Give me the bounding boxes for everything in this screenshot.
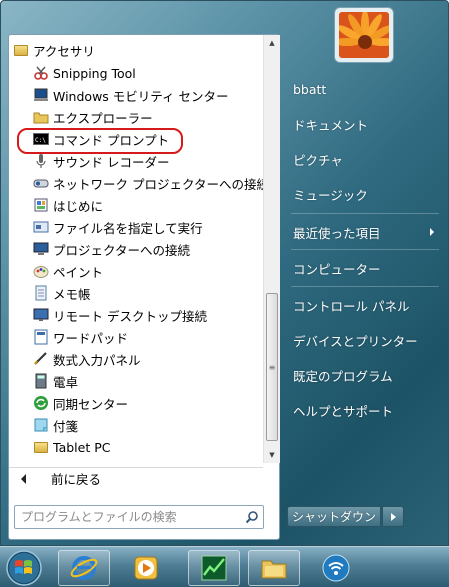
- program-list: アクセサリ Snipping Tool Windows モビリティ センター エ…: [9, 35, 263, 463]
- default-programs-link[interactable]: 既定のプログラム: [289, 363, 442, 387]
- microphone-icon: [33, 153, 49, 169]
- program-explorer[interactable]: エクスプローラー: [9, 106, 263, 128]
- program-network-projector[interactable]: ネットワーク プロジェクターへの接続: [9, 172, 263, 194]
- separator: [291, 286, 439, 287]
- music-link[interactable]: ミュージック: [289, 182, 442, 206]
- media-player-icon[interactable]: [120, 550, 172, 586]
- wordpad-icon: [33, 329, 49, 345]
- folder-tablet-pc[interactable]: Tablet PC: [9, 436, 263, 458]
- start-orb[interactable]: [1, 547, 47, 587]
- flower-picture: [339, 12, 389, 58]
- pictures-link[interactable]: ピクチャ: [289, 147, 442, 171]
- user-name-link[interactable]: bbatt: [289, 77, 442, 101]
- separator: [291, 249, 439, 250]
- program-mobility-center[interactable]: Windows モビリティ センター: [9, 84, 263, 106]
- program-notepad[interactable]: メモ帳: [9, 282, 263, 304]
- programs-pane: アクセサリ Snipping Tool Windows モビリティ センター エ…: [8, 34, 280, 540]
- paint-icon: [33, 263, 49, 279]
- math-input-icon: [33, 351, 49, 367]
- folder-icon: [33, 439, 49, 455]
- shutdown-options-button[interactable]: [382, 506, 404, 527]
- search-icon[interactable]: [241, 507, 263, 527]
- program-calculator[interactable]: 電卓: [9, 370, 263, 392]
- svg-text:C:\: C:\: [35, 137, 46, 144]
- program-remote-desktop[interactable]: リモート デスクトップ接続: [9, 304, 263, 326]
- program-run[interactable]: ファイル名を指定して実行: [9, 216, 263, 238]
- recent-items-link[interactable]: 最近使った項目: [289, 220, 442, 244]
- calculator-icon: [33, 373, 49, 389]
- taskbar: [0, 546, 449, 587]
- shutdown-button[interactable]: シャットダウン: [287, 506, 381, 527]
- program-command-prompt[interactable]: C:\ コマンド プロンプト: [9, 128, 263, 150]
- wifi-icon[interactable]: [310, 550, 362, 586]
- remote-desktop-icon: [33, 307, 49, 323]
- documents-link[interactable]: ドキュメント: [289, 112, 442, 136]
- computer-link[interactable]: コンピューター: [289, 256, 442, 280]
- program-math-input-panel[interactable]: 数式入力パネル: [9, 348, 263, 370]
- run-icon: [33, 219, 49, 235]
- search-box[interactable]: [14, 505, 264, 529]
- submenu-arrow-icon: [430, 228, 434, 236]
- sync-center-icon: [33, 395, 49, 411]
- chevron-right-icon: [390, 512, 396, 521]
- program-snipping-tool[interactable]: Snipping Tool: [9, 62, 263, 84]
- back-arrow-icon: [21, 473, 26, 484]
- devices-printers-link[interactable]: デバイスとプリンター: [289, 328, 442, 352]
- scissors-icon: [33, 65, 49, 81]
- activity-monitor-icon[interactable]: [188, 550, 240, 586]
- projector-icon: [33, 241, 49, 257]
- separator: [291, 213, 439, 214]
- start-menu: アクセサリ Snipping Tool Windows モビリティ センター エ…: [0, 0, 449, 546]
- scroll-down-arrow-icon[interactable]: ▼: [264, 447, 280, 463]
- search-input[interactable]: [21, 507, 241, 527]
- program-sticky-notes[interactable]: 付箋: [9, 414, 263, 436]
- command-prompt-icon: C:\: [33, 131, 49, 147]
- sticky-notes-icon: [33, 417, 49, 433]
- internet-explorer-icon[interactable]: [58, 550, 110, 586]
- program-list-scrollbar[interactable]: ▲ ≡ ▼: [263, 35, 280, 463]
- mobility-center-icon: [33, 87, 49, 103]
- scroll-up-arrow-icon[interactable]: ▲: [264, 35, 280, 51]
- scroll-thumb[interactable]: ≡: [266, 293, 278, 441]
- getting-started-icon: [33, 197, 49, 213]
- file-explorer-icon[interactable]: [248, 550, 300, 586]
- program-wordpad[interactable]: ワードパッド: [9, 326, 263, 348]
- explorer-icon: [33, 109, 49, 125]
- back-button[interactable]: 前に戻る: [9, 467, 263, 489]
- folder-accessories[interactable]: アクセサリ: [9, 39, 263, 61]
- help-support-link[interactable]: ヘルプとサポート: [289, 398, 442, 422]
- network-projector-icon: [33, 175, 49, 191]
- notepad-icon: [33, 285, 49, 301]
- user-avatar[interactable]: [334, 7, 394, 63]
- program-sync-center[interactable]: 同期センター: [9, 392, 263, 414]
- control-panel-link[interactable]: コントロール パネル: [289, 293, 442, 317]
- program-connect-projector[interactable]: プロジェクターへの接続: [9, 238, 263, 260]
- program-sound-recorder[interactable]: サウンド レコーダー: [9, 150, 263, 172]
- program-paint[interactable]: ペイント: [9, 260, 263, 282]
- program-getting-started[interactable]: はじめに: [9, 194, 263, 216]
- folder-icon: [13, 42, 29, 58]
